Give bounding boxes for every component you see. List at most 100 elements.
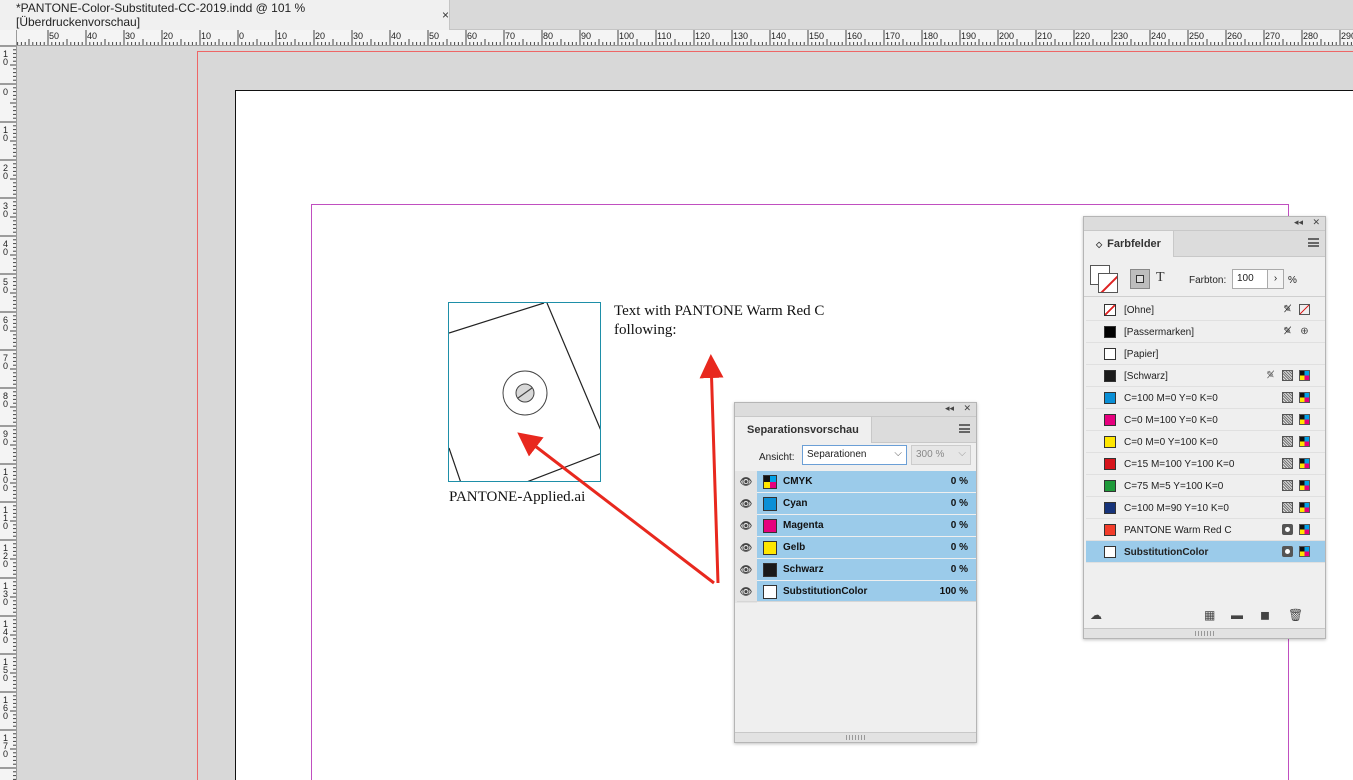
close-icon[interactable]: ✕ [963, 403, 971, 414]
separation-row[interactable]: 👁 Schwarz 0 % [735, 559, 976, 581]
formatting-container-button[interactable] [1130, 269, 1150, 289]
ruler-label: 30 [125, 31, 136, 41]
separation-row[interactable]: 👁 Gelb 0 % [735, 537, 976, 559]
collapse-icon[interactable]: ◂◂ [1294, 217, 1303, 228]
ruler-label: 1 7 0 [3, 733, 9, 759]
ruler-label: 290 [1341, 31, 1353, 41]
fill-stroke-widget[interactable] [1090, 265, 1118, 293]
separation-swatch [763, 585, 777, 599]
document-tab-bar: *PANTONE-Color-Substituted-CC-2019.indd … [0, 0, 1353, 30]
eye-icon[interactable]: 👁 [735, 559, 757, 581]
swatch-chip [1104, 414, 1116, 426]
text-frame[interactable]: Text with PANTONE Warm Red C following: [614, 302, 874, 340]
swatch-row[interactable]: PANTONE Warm Red C [1086, 519, 1325, 541]
ruler-origin[interactable] [0, 30, 17, 46]
separation-swatch [763, 497, 777, 511]
swatch-row[interactable]: C=100 M=0 Y=0 K=0 [1086, 387, 1325, 409]
ruler-label: 1 2 0 [3, 543, 9, 569]
swatch-label: [Papier] [1124, 349, 1159, 360]
ruler-label: 110 [657, 31, 672, 41]
swatch-row[interactable]: [Passermarken] ✎̸ ⊕ [1086, 321, 1325, 343]
eye-icon[interactable]: 👁 [735, 515, 757, 537]
horizontal-ruler[interactable]: 50 40 30 20 10 0 10 20 30 40 50 60 70 80 90 100 110 120 13… [0, 30, 1353, 46]
vertical-ruler[interactable]: 1 0 0 1 0 2 0 3 0 4 0 5 0 6 0 7 0 8 0 9 0 1 0 0 1 1 … [0, 46, 17, 780]
panel-menu-icon[interactable] [1308, 238, 1319, 247]
panel-resize-grip[interactable] [1084, 628, 1325, 638]
swatch-row[interactable]: SubstitutionColor [1086, 541, 1325, 563]
tab-swatches-label: Farbfelder [1107, 238, 1161, 250]
stroke-swatch[interactable] [1098, 273, 1118, 293]
swatch-view-icon[interactable]: ▦ [1204, 608, 1215, 622]
eye-icon[interactable]: 👁 [735, 493, 757, 515]
swatches-list: [Ohne] ✎̸ [Passermarken] ✎̸ ⊕ [Papier] [Schwar… [1086, 299, 1325, 563]
separation-row[interactable]: 👁 Magenta 0 % [735, 515, 976, 537]
cmyk-icon [1299, 370, 1310, 381]
cmyk-icon [1299, 524, 1310, 535]
swatch-row[interactable]: [Schwarz] ✎̸ [1086, 365, 1325, 387]
formatting-text-button[interactable]: T [1156, 270, 1165, 286]
new-group-icon[interactable]: ▬ [1231, 608, 1243, 622]
eye-icon[interactable]: 👁 [735, 537, 757, 559]
ruler-label: 30 [353, 31, 364, 41]
chevron-right-icon[interactable]: › [1267, 270, 1283, 288]
ruler-label: 160 [847, 31, 863, 41]
ruler-label: 1 4 0 [3, 619, 9, 645]
cmyk-icon [1299, 414, 1310, 425]
view-row: Ansicht: Separationen ⌵ 300 % ⌵ [735, 443, 976, 471]
tab-swatches[interactable]: ◇ Farbfelder [1084, 231, 1174, 257]
swatch-chip [1104, 524, 1116, 536]
ruler-label: 240 [1151, 31, 1167, 41]
swatch-chip [1104, 546, 1116, 558]
new-swatch-icon[interactable]: ◼ [1260, 608, 1270, 622]
panel-topbar: ◂◂ ✕ [1084, 217, 1325, 231]
ruler-label: 270 [1265, 31, 1281, 41]
trash-icon[interactable]: 🗑 [1288, 608, 1303, 622]
swatch-chip [1104, 392, 1116, 404]
view-select[interactable]: Separationen ⌵ [802, 445, 907, 465]
cmyk-icon [1299, 436, 1310, 447]
swatch-chip [1104, 326, 1116, 338]
ruler-label: 60 [467, 31, 478, 41]
separation-row[interactable]: 👁 SubstitutionColor 100 % [735, 581, 976, 603]
swatch-label: SubstitutionColor [1124, 547, 1209, 558]
panel-topbar: ◂◂ ✕ [735, 403, 976, 417]
close-icon[interactable]: × [442, 8, 449, 22]
document-tab[interactable]: *PANTONE-Color-Substituted-CC-2019.indd … [0, 0, 450, 30]
swatch-row[interactable]: [Papier] [1086, 343, 1325, 365]
separation-percent: 0 % [950, 476, 968, 487]
close-icon[interactable]: ✕ [1312, 217, 1320, 228]
ruler-label: 230 [1113, 31, 1129, 41]
eye-icon[interactable]: 👁 [735, 581, 757, 603]
swatch-row[interactable]: C=0 M=100 Y=0 K=0 [1086, 409, 1325, 431]
expand-toggle-icon[interactable]: ◇ [1096, 240, 1102, 249]
swatch-row[interactable]: C=0 M=0 Y=100 K=0 [1086, 431, 1325, 453]
separation-row[interactable]: 👁 Cyan 0 % [735, 493, 976, 515]
swatch-label: C=0 M=100 Y=0 K=0 [1124, 415, 1218, 426]
separations-list: 👁 CMYK 0 % 👁 Cyan 0 % 👁 Magenta 0 % 👁 Gelb 0 % 👁 Schw… [735, 471, 976, 603]
image-caption: PANTONE-Applied.ai [449, 489, 586, 505]
swatch-row[interactable]: [Ohne] ✎̸ [1086, 299, 1325, 321]
ruler-label: 80 [543, 31, 554, 41]
swatch-chip [1104, 304, 1116, 316]
separation-swatch [763, 519, 777, 533]
ruler-label: 40 [87, 31, 98, 41]
placed-graphic-frame[interactable] [448, 302, 601, 482]
tab-separations[interactable]: Separationsvorschau [735, 417, 872, 443]
tint-input[interactable]: 100 › [1232, 269, 1284, 289]
panel-resize-grip[interactable] [735, 732, 976, 742]
panel-tab-row: ◇ Farbfelder [1084, 231, 1325, 257]
swatch-row[interactable]: C=75 M=5 Y=100 K=0 [1086, 475, 1325, 497]
swatch-row[interactable]: C=15 M=100 Y=100 K=0 [1086, 453, 1325, 475]
ruler-label: 9 0 [3, 429, 9, 447]
collapse-icon[interactable]: ◂◂ [945, 403, 954, 414]
cc-library-icon[interactable]: ☁ [1090, 608, 1102, 622]
separation-name: Schwarz [783, 564, 824, 575]
eye-icon[interactable]: 👁 [735, 471, 757, 493]
process-icon [1282, 392, 1293, 403]
panel-menu-icon[interactable] [959, 424, 970, 433]
separation-row[interactable]: 👁 CMYK 0 % [735, 471, 976, 493]
ruler-label: 0 [239, 31, 245, 41]
swatch-row[interactable]: C=100 M=90 Y=10 K=0 [1086, 497, 1325, 519]
ruler-label: 20 [315, 31, 326, 41]
process-icon [1282, 480, 1293, 491]
